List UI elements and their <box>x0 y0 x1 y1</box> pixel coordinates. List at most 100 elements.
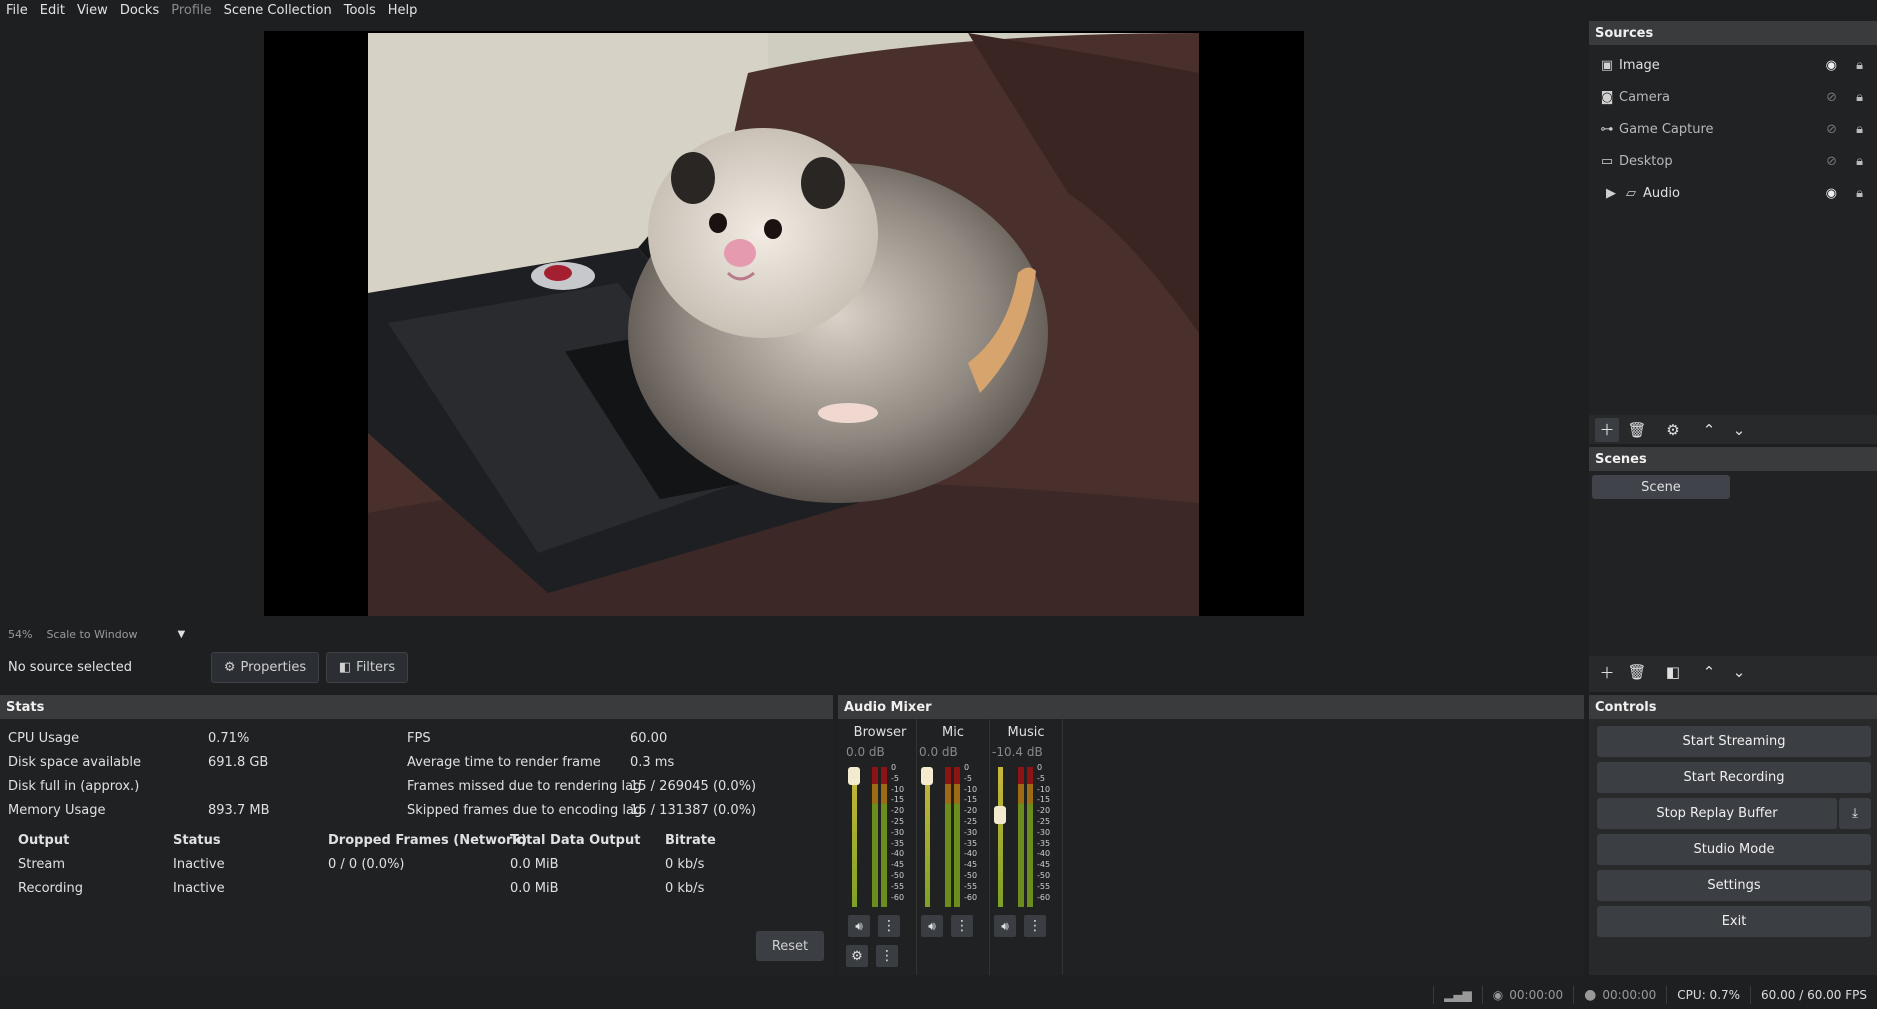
reset-label: Reset <box>771 938 809 954</box>
lock-icon[interactable]: 🔒︎ <box>1856 154 1863 169</box>
menu-view[interactable]: View <box>77 3 108 18</box>
menu-help[interactable]: Help <box>388 3 418 18</box>
more-options-icon[interactable]: ⋮ <box>951 915 973 937</box>
eye-hidden-icon[interactable]: ⊘ <box>1826 90 1837 105</box>
start-recording-button[interactable]: Start Recording <box>1597 762 1871 793</box>
speaker-icon[interactable]: 🔊︎ <box>921 915 943 937</box>
speaker-icon[interactable]: 🔊︎ <box>994 915 1016 937</box>
chevron-down-icon[interactable]: ⌄ <box>1727 660 1751 684</box>
eye-icon[interactable]: ◉ <box>1826 186 1837 201</box>
db-tick: -10 <box>1037 784 1051 794</box>
volume-slider[interactable] <box>998 767 1003 907</box>
menu-tools[interactable]: Tools <box>344 3 376 18</box>
monitor-icon: ▭ <box>1600 153 1614 169</box>
volume-knob[interactable] <box>994 806 1006 825</box>
lock-icon[interactable]: 🔒︎ <box>1856 58 1863 73</box>
db-tick: -30 <box>964 827 978 837</box>
db-scale: 0 -5 -10 -15 -20 -25 -30 -35 -40 -45 -50 -55 -60 <box>1037 763 1050 903</box>
channel-name: Music <box>1007 725 1045 740</box>
volume-slider[interactable] <box>852 767 857 907</box>
db-scale: 0 -5 -10 -15 -20 -25 -30 -35 -40 -45 -50 -55 -60 <box>964 763 977 903</box>
gear-icon: ⚙ <box>223 660 236 675</box>
source-item-desktop[interactable]: ▭ Desktop ⊘ 🔒︎ <box>1589 145 1877 177</box>
chevron-down-icon[interactable]: ⌄ <box>1727 418 1751 442</box>
stat-value: 15 / 131387 (0.0%) <box>630 803 757 818</box>
stat-label: FPS <box>407 731 431 746</box>
expand-arrow-icon[interactable]: ▶ <box>1603 185 1619 201</box>
source-label: Game Capture <box>1619 121 1714 137</box>
preview-area[interactable] <box>0 20 1566 625</box>
volume-knob[interactable] <box>848 767 860 785</box>
mixer-menu-icon[interactable]: ⋮ <box>876 945 898 967</box>
level-meter <box>872 767 878 907</box>
volume-slider[interactable] <box>925 767 930 907</box>
more-options-icon[interactable]: ⋮ <box>1024 915 1046 937</box>
mixer-channel-browser: Browser 0.0 dB 0 -5 -10 -15 -20 -25 -30 -35 -40 -45… <box>844 719 917 975</box>
source-label: Image <box>1619 57 1660 73</box>
preview-canvas[interactable] <box>264 31 1304 616</box>
volume-knob[interactable] <box>921 767 933 785</box>
filters-button[interactable]: ◧ Filters <box>326 652 408 683</box>
stat-value: 691.8 GB <box>208 755 269 770</box>
db-tick: -45 <box>1037 860 1051 870</box>
zoom-level: 54% <box>8 627 33 641</box>
stop-replay-buffer-button[interactable]: Stop Replay Buffer <box>1597 798 1837 829</box>
eye-icon[interactable]: ◉ <box>1826 58 1837 73</box>
more-options-icon[interactable]: ⋮ <box>878 915 900 937</box>
menu-file[interactable]: File <box>6 3 28 18</box>
filter-icon[interactable]: ◧ <box>1661 660 1685 684</box>
chevron-down-icon[interactable]: ▼ <box>177 629 185 640</box>
chevron-up-icon[interactable]: ⌃ <box>1697 418 1721 442</box>
properties-button[interactable]: ⚙ Properties <box>211 652 319 683</box>
menu-profile[interactable]: Profile <box>171 3 211 18</box>
table-cell: Inactive <box>173 857 225 872</box>
add-scene-button[interactable]: ＋ <box>1595 660 1619 684</box>
mixer-title: Audio Mixer <box>838 695 1584 719</box>
eye-hidden-icon[interactable]: ⊘ <box>1826 154 1837 169</box>
stat-value: 60.00 <box>630 731 668 746</box>
download-icon[interactable]: ⤓ <box>1839 798 1871 829</box>
speaker-icon[interactable]: 🔊︎ <box>848 915 870 937</box>
source-item-camera[interactable]: ◙ Camera ⊘ 🔒︎ <box>1589 81 1877 113</box>
db-tick: -5 <box>1037 773 1045 783</box>
gamepad-icon: ⊶ <box>1600 121 1614 137</box>
exit-button[interactable]: Exit <box>1597 906 1871 937</box>
advanced-audio-gear-icon[interactable]: ⚙ <box>846 945 868 967</box>
studio-mode-button[interactable]: Studio Mode <box>1597 834 1871 865</box>
reset-button[interactable]: Reset <box>756 931 824 961</box>
db-tick: -25 <box>1037 816 1051 826</box>
db-tick: -45 <box>964 860 978 870</box>
source-item-game-capture[interactable]: ⊶ Game Capture ⊘ 🔒︎ <box>1589 113 1877 145</box>
stream-status: ◉ 00:00:00 <box>1481 985 1573 1004</box>
source-item-image[interactable]: ▣ Image ◉ 🔒︎ <box>1589 49 1877 81</box>
source-status: No source selected <box>8 660 132 675</box>
settings-button[interactable]: Settings <box>1597 870 1871 901</box>
lock-icon[interactable]: 🔒︎ <box>1856 122 1863 137</box>
start-streaming-button[interactable]: Start Streaming <box>1597 726 1871 757</box>
gear-icon[interactable]: ⚙ <box>1661 418 1685 442</box>
source-item-audio[interactable]: ▶ ▱ Audio ◉ 🔒︎ <box>1589 177 1877 209</box>
db-tick: -40 <box>891 849 905 859</box>
stat-label: Skipped frames due to encoding lag <box>407 803 643 818</box>
scenes-title: Scenes <box>1589 447 1877 471</box>
signal-icon: ▂▄▆ <box>1433 985 1482 1004</box>
db-tick: -35 <box>964 838 978 848</box>
menu-scene-collection[interactable]: Scene Collection <box>224 3 332 18</box>
cpu-status: CPU: 0.7% <box>1666 985 1750 1004</box>
chevron-up-icon[interactable]: ⌃ <box>1697 660 1721 684</box>
trash-icon[interactable]: 🗑︎ <box>1625 660 1649 684</box>
output-header-output: Output <box>18 833 70 848</box>
opossum-image <box>368 33 1199 616</box>
trash-icon[interactable]: 🗑︎ <box>1625 418 1649 442</box>
db-tick: -50 <box>964 870 978 880</box>
add-source-button[interactable]: ＋ <box>1595 417 1619 442</box>
eye-hidden-icon[interactable]: ⊘ <box>1826 122 1837 137</box>
lock-icon[interactable]: 🔒︎ <box>1856 186 1863 201</box>
scale-mode[interactable]: Scale to Window <box>46 628 137 641</box>
table-cell: 0 kb/s <box>665 881 705 896</box>
scene-item[interactable]: Scene <box>1592 475 1730 499</box>
menu-docks[interactable]: Docks <box>120 3 159 18</box>
source-label: Desktop <box>1619 153 1673 169</box>
lock-icon[interactable]: 🔒︎ <box>1856 90 1863 105</box>
menu-edit[interactable]: Edit <box>40 3 65 18</box>
